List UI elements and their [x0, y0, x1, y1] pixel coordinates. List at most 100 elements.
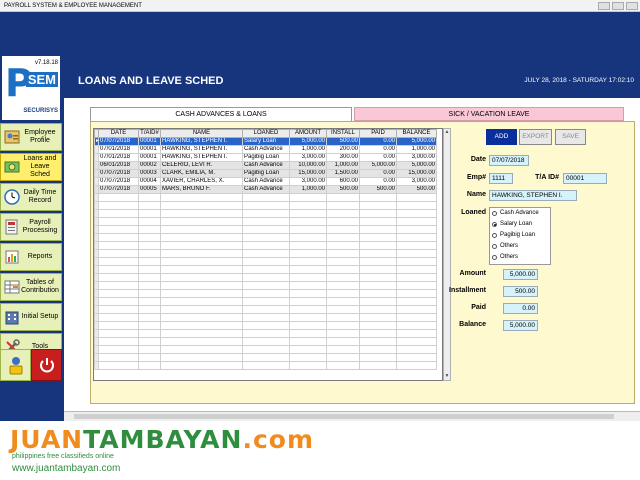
loans-grid[interactable]: DATE T/AID# NAME LOANED AMOUNT INSTALL P… [93, 128, 443, 381]
empty-cell [289, 297, 327, 306]
cell-install: 1,500.00 [326, 169, 360, 178]
user-lock-button[interactable] [0, 349, 31, 381]
column-header-paid[interactable]: PAID [359, 129, 397, 138]
amount-field[interactable]: 5,000.00 [503, 269, 538, 280]
cell-loaned: Cash Advance [242, 145, 290, 154]
name-field[interactable]: HAWKING, STEPHEN I. [489, 190, 577, 201]
power-button[interactable] [31, 349, 62, 381]
loan-option-label: Cash Advance [500, 210, 539, 216]
empty-cell [289, 201, 327, 210]
page-horizontal-scrollbar[interactable] [64, 411, 640, 421]
date-field[interactable]: 07/07/2018 [489, 155, 529, 166]
sidebar: Employee Profile Loans and Leave Sched D… [0, 123, 62, 363]
page-title: LOANS AND LEAVE SCHED [78, 75, 224, 87]
empty-cell [396, 329, 437, 338]
empty-cell [326, 209, 360, 218]
sidebar-item-employee-profile[interactable]: Employee Profile [0, 123, 62, 151]
table-row[interactable]: 07/07/2018 00003 CLARK, EMILIA, M. Pagib… [94, 169, 437, 178]
empty-cell [359, 209, 397, 218]
column-header-date[interactable]: DATE [98, 129, 139, 138]
loan-option-cash-advance[interactable]: Cash Advance [490, 208, 550, 219]
loan-option-others-1[interactable]: Others [490, 241, 550, 252]
empty-row [94, 201, 437, 210]
column-header-install[interactable]: INSTALL [326, 129, 360, 138]
empty-cell [160, 249, 243, 258]
sidebar-item-label: Employee Profile [24, 129, 56, 144]
sidebar-item-loans-and-leave[interactable]: Loans and Leave Sched [0, 153, 62, 181]
sidebar-item-payroll-processing[interactable]: Payroll Processing [0, 213, 62, 241]
empty-cell [326, 297, 360, 306]
empty-cell [160, 361, 243, 370]
empty-cell [242, 337, 290, 346]
maximize-button[interactable] [612, 2, 624, 10]
ta-id-field[interactable]: 00001 [563, 173, 607, 184]
empty-cell [242, 273, 290, 282]
column-header-balance[interactable]: BALANCE [396, 129, 437, 138]
empty-cell [396, 249, 437, 258]
loan-option-others-2[interactable]: Others [490, 252, 550, 263]
sidebar-item-daily-time-record[interactable]: Daily Time Record [0, 183, 62, 211]
balance-field[interactable]: 5,000.00 [503, 320, 538, 331]
sidebar-item-reports[interactable]: Reports [0, 243, 62, 271]
table-row[interactable]: ▸ 07/07/2018 00001 HAWKING, STEPHEN I. S… [94, 137, 437, 146]
add-button[interactable]: ADD [486, 129, 517, 145]
table-row[interactable]: 07/01/2018 00001 HAWKING, STEPHEN I. Cas… [94, 145, 437, 154]
logo-subbrand: SECURISYS [23, 108, 58, 114]
empty-cell [242, 241, 290, 250]
sidebar-item-initial-setup[interactable]: Initial Setup [0, 303, 62, 331]
installment-field[interactable]: 500.00 [503, 286, 538, 297]
column-header-amount[interactable]: AMOUNT [289, 129, 327, 138]
table-row[interactable]: 06/01/2018 00002 CELERIO, LEVI R. Cash A… [94, 161, 437, 170]
loan-option-pagibig-loan[interactable]: Pagibig Loan [490, 230, 550, 241]
cell-paid: 0.00 [359, 145, 397, 154]
empty-cell [242, 345, 290, 354]
watermark-brand: JUANTAMBAYAN.com [10, 425, 314, 454]
save-button[interactable]: SAVE [555, 129, 586, 145]
sidebar-item-tables-of-contribution[interactable]: Tables of Contribution [0, 273, 62, 301]
empty-cell [326, 217, 360, 226]
empty-cell [138, 241, 161, 250]
cell-loaned: Pagibig Loan [242, 169, 290, 178]
empty-cell [138, 265, 161, 274]
table-row[interactable]: 07/07/2018 00005 MARS, BRUNO F. Cash Adv… [94, 185, 437, 194]
table-row[interactable]: 07/07/2018 00004 XAVIER, CHARLES, X. Cas… [94, 177, 437, 186]
empty-cell [160, 329, 243, 338]
empty-cell [160, 289, 243, 298]
scroll-down-icon[interactable]: ▼ [444, 373, 450, 380]
paid-field[interactable]: 0.00 [503, 303, 538, 314]
table-row[interactable]: 07/01/2018 00001 HAWKING, STEPHEN I. Pag… [94, 153, 437, 162]
empty-cell [138, 233, 161, 242]
tab-cash-advances-loans[interactable]: CASH ADVANCES & LOANS [90, 107, 352, 121]
cell-balance: 500.00 [396, 185, 437, 194]
loan-option-salary-loan[interactable]: Salary Loan [490, 219, 550, 230]
cell-amount: 10,000.00 [289, 161, 327, 170]
scrollbar-thumb[interactable] [74, 414, 614, 419]
close-button[interactable] [626, 2, 638, 10]
empty-row [94, 329, 437, 338]
empty-cell [326, 305, 360, 314]
empty-cell [326, 241, 360, 250]
empty-cell [289, 225, 327, 234]
sidebar-bottom-actions [0, 349, 62, 381]
minimize-button[interactable] [598, 2, 610, 10]
tab-sick-vacation-leave[interactable]: SICK / VACATION LEAVE [354, 107, 624, 121]
cell-paid: 500.00 [359, 185, 397, 194]
watermark: JUANTAMBAYAN.com philippines free classi… [0, 421, 640, 480]
emp-number-field[interactable]: 1111 [489, 173, 513, 184]
column-header-taid[interactable]: T/AID# [138, 129, 161, 138]
column-header-name[interactable]: NAME [160, 129, 243, 138]
export-button[interactable]: EXPORT [519, 129, 552, 145]
empty-row [94, 217, 437, 226]
empty-cell [138, 257, 161, 266]
grid-vertical-scrollbar[interactable]: ▲ ▼ [443, 128, 451, 381]
scroll-up-icon[interactable]: ▲ [444, 129, 450, 136]
column-header-loaned[interactable]: LOANED [242, 129, 290, 138]
cell-install: 600.00 [326, 177, 360, 186]
empty-cell [138, 217, 161, 226]
empty-cell [138, 225, 161, 234]
empty-cell [242, 209, 290, 218]
empty-cell [160, 305, 243, 314]
empty-cell [359, 297, 397, 306]
empty-row [94, 353, 437, 362]
user-lock-icon [9, 357, 22, 375]
